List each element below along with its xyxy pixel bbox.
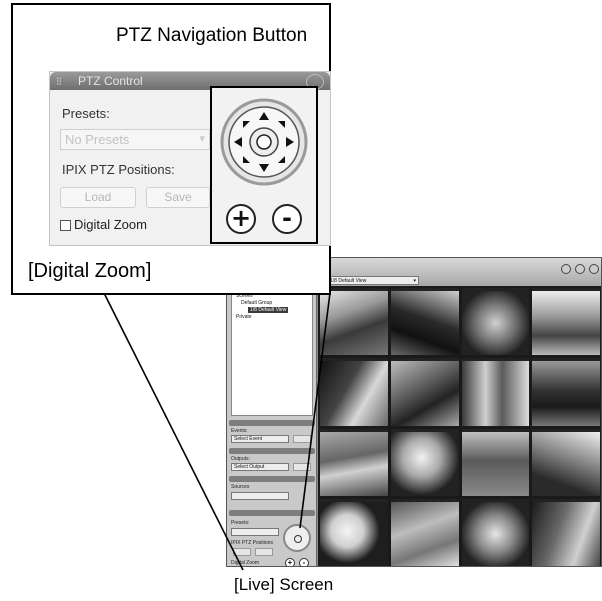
camera-tile[interactable] [320,428,388,496]
mini-load-button[interactable] [233,548,251,556]
outputs-label: Outputs: [231,456,250,462]
events-button[interactable] [293,435,311,443]
digital-zoom-callout-label: [Digital Zoom] [28,260,152,283]
camera-tile[interactable] [390,358,459,426]
mini-presets-label: Presets: [231,520,250,526]
digital-zoom-label[interactable]: Digital Zoom [74,217,147,232]
live-screen-caption: [Live] Screen [234,575,334,594]
camera-tile[interactable] [461,358,530,426]
camera-tile[interactable] [320,288,388,356]
live-screen-thumbnail: 1/8 Default View ▾ Scenes Default Group 1… [226,257,602,567]
mini-ptz-dpad[interactable] [283,524,311,552]
presets-select[interactable]: No Presets ▾ [60,129,210,150]
events-header[interactable] [229,420,315,426]
camera-tile[interactable] [461,428,530,496]
presets-label: Presets: [62,106,110,121]
sources-select[interactable] [231,492,289,500]
digital-zoom-checkbox[interactable] [60,220,71,231]
ptz-navigation-button-label: PTZ Navigation Button [116,25,308,46]
camera-tile[interactable] [461,288,530,356]
mini-digital-zoom-label[interactable]: Digital Zoom [231,560,259,566]
ptz-navigation-area: + - [210,86,318,244]
events-select[interactable]: Select Event [231,435,289,443]
camera-tile[interactable] [390,288,459,356]
ptz-dpad[interactable] [220,98,308,186]
camera-tile[interactable] [320,358,388,426]
close-icon[interactable] [589,264,599,274]
mini-presets-select[interactable] [231,528,279,536]
grip-icon: ⁝⁝ [56,76,62,88]
zoom-in-button[interactable]: + [226,204,256,234]
load-button[interactable]: Load [60,187,136,208]
chevron-down-icon: ▾ [199,133,205,145]
zoom-out-button[interactable]: - [272,204,302,234]
mini-zoom-out-button[interactable]: - [299,558,309,566]
camera-tile[interactable] [320,498,388,566]
mini-zoom-in-button[interactable]: + [285,558,295,566]
ptz-control-title: PTZ Control [78,74,143,88]
help-icon[interactable] [561,264,571,274]
camera-tile[interactable] [532,428,600,496]
tree-item-group[interactable]: Default Group [241,300,272,306]
ptz-home-button[interactable] [256,134,272,150]
camera-tile[interactable] [390,498,459,566]
presets-select-value: No Presets [65,132,130,147]
view-select[interactable]: 1/8 Default View ▾ [327,276,419,285]
outputs-select[interactable]: Select Output [231,463,289,471]
chevron-down-icon: ▾ [413,278,416,284]
camera-tile[interactable] [532,288,600,356]
save-button[interactable]: Save [146,187,210,208]
mini-ipix-label: IPIX PTZ Positions [231,540,273,546]
ptz-control-header[interactable] [229,510,315,516]
sources-label: Sources [231,484,250,490]
outputs-header[interactable] [229,448,315,454]
tree-item-private[interactable]: Private [236,314,252,320]
camera-tile[interactable] [390,428,459,496]
left-panel: Scenes Default Group 1/8 Default View Pr… [227,286,317,566]
ipix-ptz-positions-label: IPIX PTZ Positions: [62,162,175,177]
minimize-icon[interactable] [575,264,585,274]
camera-tile[interactable] [532,358,600,426]
events-label: Events: [231,428,248,434]
camera-tile[interactable] [532,498,600,566]
sources-header[interactable] [229,476,315,482]
outputs-button[interactable] [293,463,311,471]
camera-tile[interactable] [461,498,530,566]
scene-tree: Scenes Default Group 1/8 Default View Pr… [231,290,313,416]
mini-save-button[interactable] [255,548,273,556]
tree-item-view[interactable]: 1/8 Default View [248,307,289,313]
ptz-control-panel: ⁝⁝ PTZ Control Presets: No Presets ▾ IPI… [49,71,331,246]
zoom-callout: ⁝⁝ PTZ Control Presets: No Presets ▾ IPI… [11,3,331,295]
camera-grid [318,286,601,566]
